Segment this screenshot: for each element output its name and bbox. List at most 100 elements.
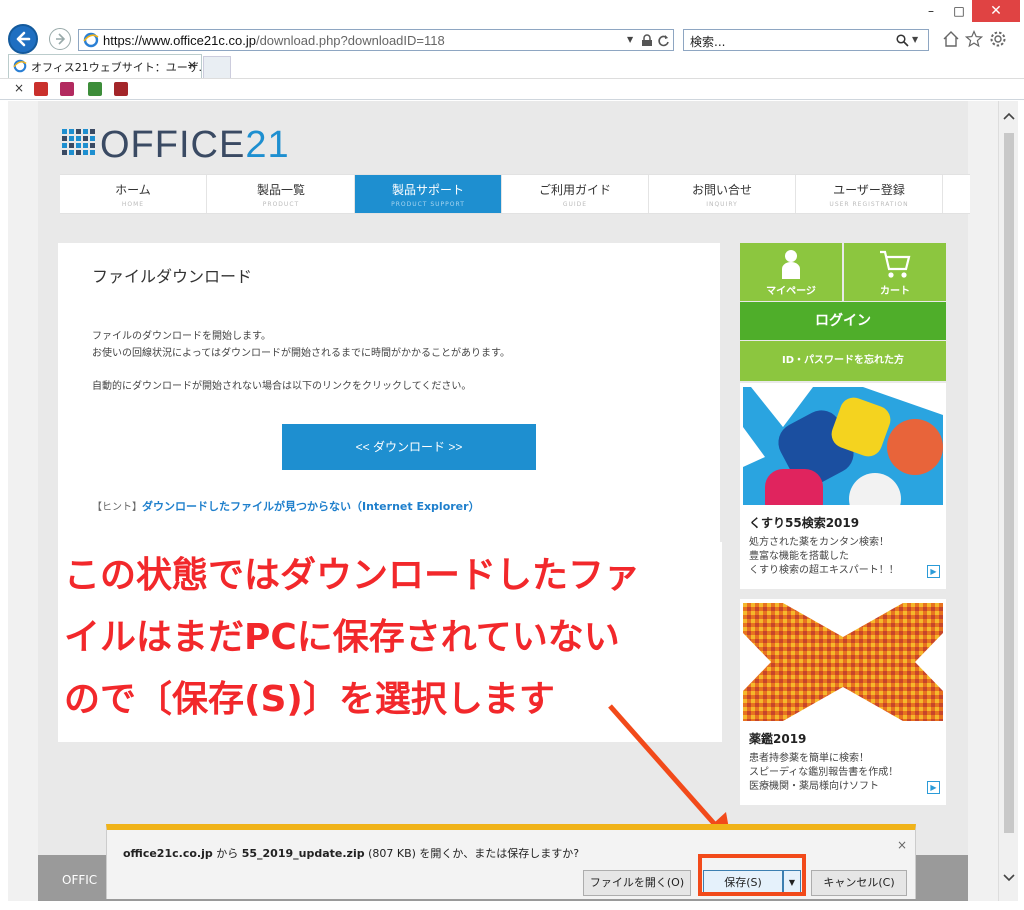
promo-yakkan-image xyxy=(743,603,943,721)
annotation-text: イルはまだPCに保存されていない xyxy=(64,617,620,658)
browser-navbar: https://www.office21c.co.jp/download.php… xyxy=(0,24,1024,54)
forgot-password-button[interactable]: ID・パスワードを忘れた方 xyxy=(740,341,946,381)
hint-prefix: 【ヒント】 xyxy=(92,502,142,513)
search-input[interactable]: 検索... xyxy=(690,33,725,50)
tab-strip: オフィス21ウェブサイト：ユーザ... × xyxy=(0,54,1024,78)
nav-label: ホーム xyxy=(115,183,151,197)
hint-link[interactable]: ダウンロードしたファイルが見つからない（Internet Explorer） xyxy=(142,500,480,513)
nav-label: 製品一覧 xyxy=(256,183,305,197)
promo-text: 患者持参薬を簡単に検索！ xyxy=(749,753,869,764)
window-titlebar: – □ ✕ xyxy=(0,0,1024,24)
address-url[interactable]: https://www.office21c.co.jp/download.php… xyxy=(103,33,445,48)
ie-logo-icon xyxy=(83,32,99,48)
nav-user-registration[interactable]: ユーザー登録 USER REGISTRATION xyxy=(796,175,943,213)
favorite-icon-4[interactable] xyxy=(114,82,128,96)
promo-text: 医療機関・薬局様向けソフト xyxy=(749,781,879,792)
cancel-button[interactable]: キャンセル(C) xyxy=(811,870,907,896)
notification-close-icon[interactable]: × xyxy=(897,838,907,852)
logo-grid-icon xyxy=(62,129,95,155)
mypage-label: マイページ xyxy=(766,286,816,297)
back-button[interactable] xyxy=(8,24,38,54)
body-text: ファイルのダウンロードを開始します。 xyxy=(92,331,271,342)
arrow-right-icon xyxy=(56,33,66,45)
play-icon[interactable]: ▶ xyxy=(927,781,940,794)
global-nav: ホーム HOME 製品一覧 PRODUCT 製品サポート PRODUCT SUPPOR… xyxy=(60,174,970,214)
favorites-star-icon[interactable] xyxy=(965,30,983,48)
cart-button[interactable]: カート xyxy=(844,243,946,301)
close-window-button[interactable]: ✕ xyxy=(972,0,1020,22)
favorite-icon-1[interactable] xyxy=(34,82,48,96)
nav-product-support[interactable]: 製品サポート PRODUCT SUPPORT xyxy=(355,175,502,213)
nav-label: 製品サポート xyxy=(391,183,464,197)
tab-office21[interactable]: オフィス21ウェブサイト：ユーザ... × xyxy=(8,54,209,78)
site-container: OFFICE21 ホーム HOME 製品一覧 PRODUCT 製品サポート PRODU… xyxy=(38,101,970,901)
mypage-button[interactable]: マイページ xyxy=(740,243,842,301)
annotation-text: ので〔保存(S)〕を選択します xyxy=(64,679,555,720)
promo-kusuri55-image xyxy=(743,387,943,505)
promo-kusuri55[interactable]: くすり55検索2019 処方された薬をカンタン検索！ 豊富な機能を搭載した くす… xyxy=(740,383,946,589)
body-text: お使いの回線状況によってはダウンロードが開始されるまでに時間がかかることがありま… xyxy=(92,348,510,359)
nav-inquiry[interactable]: お問い合せ INQUIRY xyxy=(649,175,796,213)
favorites-bar: × xyxy=(0,78,1024,100)
promo-yakkan[interactable]: 薬鑑2019 患者持参薬を簡単に検索！ スピーディな鑑別報告書を作成！ 医療機関… xyxy=(740,599,946,805)
tab-label: オフィス21ウェブサイト：ユーザ... xyxy=(31,61,210,74)
promo-title: くすり55検索2019 xyxy=(749,516,860,530)
download-message: office21c.co.jp から 55_2019_update.zip (8… xyxy=(123,847,580,860)
search-box[interactable]: 検索... ▼ xyxy=(683,29,929,51)
forward-button[interactable] xyxy=(49,28,71,50)
download-button[interactable]: << ダウンロード >> xyxy=(282,424,536,470)
nav-label: ご利用ガイド xyxy=(538,183,611,197)
download-card: ファイルダウンロード ファイルのダウンロードを開始します。 お使いの回線状況によ… xyxy=(58,243,720,553)
nav-sublabel: USER REGISTRATION xyxy=(829,201,909,208)
cart-icon xyxy=(880,250,911,278)
nav-label: お問い合せ xyxy=(691,183,752,197)
promo-text: くすり検索の超エキスパート！！ xyxy=(749,565,899,576)
logo-text: OFFICE21 xyxy=(100,124,290,166)
page-viewport: OFFICE21 ホーム HOME 製品一覧 PRODUCT 製品サポート PRODU… xyxy=(8,101,998,901)
maximize-button[interactable]: □ xyxy=(946,0,972,22)
new-tab-button[interactable] xyxy=(203,56,231,78)
search-dropdown-icon[interactable]: ▼ xyxy=(912,35,918,44)
annotation-text: この状態ではダウンロードしたファ xyxy=(64,555,641,596)
gear-icon[interactable] xyxy=(989,30,1007,48)
open-file-button[interactable]: ファイルを開く(O) xyxy=(583,870,691,896)
nav-product[interactable]: 製品一覧 PRODUCT xyxy=(208,175,355,213)
nav-home[interactable]: ホーム HOME xyxy=(60,175,207,213)
body-text: 自動的にダウンロードが開始されない場合は以下のリンクをクリックしてください。 xyxy=(92,381,472,392)
arrow-left-icon xyxy=(16,31,31,47)
favorite-icon-2[interactable] xyxy=(60,82,74,96)
nav-sublabel: PRODUCT SUPPORT xyxy=(391,201,465,208)
home-icon[interactable] xyxy=(942,30,960,48)
scrollbar-thumb[interactable] xyxy=(1004,133,1014,833)
scroll-down-icon[interactable] xyxy=(1003,873,1015,883)
dropdown-icon[interactable]: ▼ xyxy=(627,35,633,44)
save-button-highlight xyxy=(698,854,806,896)
tab-close-icon[interactable]: × xyxy=(187,58,197,72)
login-button[interactable]: ログイン xyxy=(740,302,946,340)
ie-logo-icon xyxy=(13,59,27,73)
promo-text: 処方された薬をカンタン検索！ xyxy=(749,537,889,548)
minimize-button[interactable]: – xyxy=(918,0,944,22)
scroll-up-icon[interactable] xyxy=(1003,111,1015,121)
footer-text: OFFIC xyxy=(62,873,98,887)
promo-title: 薬鑑2019 xyxy=(749,732,807,746)
nav-sublabel: INQUIRY xyxy=(706,201,738,208)
search-icon[interactable] xyxy=(896,34,909,47)
lock-icon xyxy=(642,34,652,46)
favbar-close-icon[interactable]: × xyxy=(14,81,24,95)
nav-sublabel: PRODUCT xyxy=(262,201,300,208)
address-bar[interactable]: https://www.office21c.co.jp/download.php… xyxy=(78,29,674,51)
hint: 【ヒント】ダウンロードしたファイルが見つからない（Internet Explor… xyxy=(92,498,480,514)
nav-guide[interactable]: ご利用ガイド GUIDE xyxy=(502,175,649,213)
nav-label: ユーザー登録 xyxy=(833,183,905,197)
play-icon[interactable]: ▶ xyxy=(927,565,940,578)
nav-sublabel: GUIDE xyxy=(562,201,588,208)
vertical-scrollbar[interactable] xyxy=(998,101,1018,901)
favorite-icon-3[interactable] xyxy=(88,82,102,96)
nav-sublabel: HOME xyxy=(121,201,145,208)
cart-label: カート xyxy=(880,286,910,297)
promo-text: 豊富な機能を搭載した xyxy=(749,551,849,562)
refresh-icon[interactable] xyxy=(657,34,670,47)
page-title: ファイルダウンロード xyxy=(92,267,253,286)
user-icon xyxy=(782,250,800,279)
